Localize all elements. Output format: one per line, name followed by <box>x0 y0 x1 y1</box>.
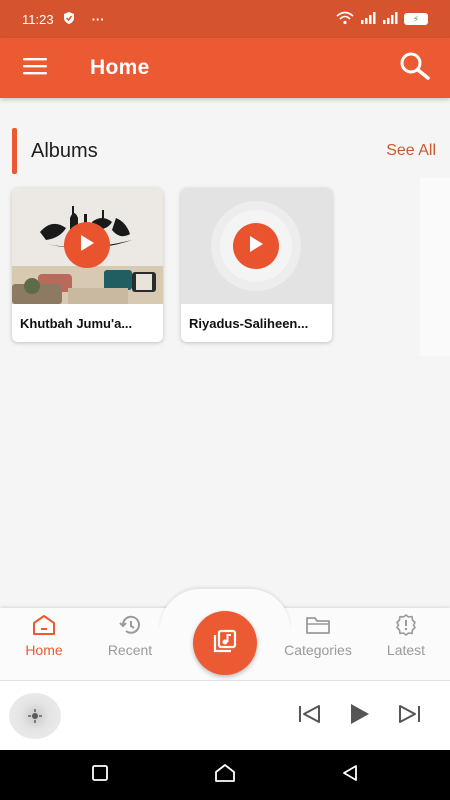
next-icon <box>396 703 422 730</box>
home-outline-icon <box>214 763 236 788</box>
see-all-link[interactable]: See All <box>386 142 436 160</box>
back-button[interactable] <box>337 762 363 788</box>
play-icon <box>347 702 371 731</box>
previous-icon <box>297 703 323 730</box>
search-icon <box>399 51 431 86</box>
folder-icon <box>305 612 331 638</box>
music-library-icon <box>212 628 238 659</box>
section-title: Albums <box>31 139 98 162</box>
app-bar: Home <box>0 38 450 98</box>
music-library-button[interactable] <box>193 611 257 675</box>
next-button[interactable] <box>394 701 424 731</box>
home-icon <box>31 612 57 638</box>
signal-icon-2 <box>382 11 398 27</box>
section-accent-bar <box>12 128 17 174</box>
album-title: Khutbah Jumu'a... <box>20 315 133 331</box>
menu-button[interactable] <box>0 38 70 98</box>
play-icon <box>248 235 264 258</box>
nav-label-categories: Categories <box>284 642 352 658</box>
shield-icon <box>62 11 76 28</box>
album-card[interactable]: Riyadus-Saliheen... <box>181 188 332 342</box>
battery-icon: ⚡ <box>404 13 428 25</box>
album-card[interactable]: Khutbah Jumu'a... <box>12 188 163 342</box>
history-icon <box>118 612 142 638</box>
now-playing-art[interactable] <box>9 693 61 739</box>
signal-icon <box>360 11 376 27</box>
album-thumbnail <box>12 188 163 304</box>
nav-label-home: Home <box>25 642 63 658</box>
status-time: 11:23 <box>22 11 54 27</box>
recents-button[interactable] <box>87 762 113 788</box>
albums-section-header: Albums See All <box>12 128 438 174</box>
nav-label-latest: Latest <box>386 642 426 658</box>
play-button[interactable] <box>64 222 110 268</box>
hamburger-menu-icon <box>23 57 47 80</box>
mini-player <box>0 680 450 750</box>
album-title: Riyadus-Saliheen... <box>189 315 309 331</box>
nav-item-categories[interactable]: Categories <box>278 612 358 668</box>
play-button[interactable] <box>233 223 279 269</box>
partial-album-card <box>420 178 450 356</box>
nav-item-recent[interactable]: Recent <box>90 612 170 668</box>
badge-icon <box>394 612 418 638</box>
wifi-icon <box>336 11 354 28</box>
home-system-button[interactable] <box>212 762 238 788</box>
previous-button[interactable] <box>295 701 325 731</box>
nav-label-recent: Recent <box>107 642 153 658</box>
status-bar: 11:23 ··· ⚡ <box>0 0 450 38</box>
status-dots: ··· <box>91 11 105 27</box>
play-pause-button[interactable] <box>344 701 374 731</box>
square-icon <box>91 764 109 787</box>
play-icon <box>79 234 95 257</box>
page-title: Home <box>90 56 150 79</box>
nav-item-home[interactable]: Home <box>4 612 84 668</box>
album-thumbnail <box>181 188 332 304</box>
back-triangle-icon <box>341 764 359 787</box>
search-button[interactable] <box>380 38 450 98</box>
system-navigation-bar <box>0 750 450 800</box>
nav-item-latest[interactable]: Latest <box>366 612 446 668</box>
